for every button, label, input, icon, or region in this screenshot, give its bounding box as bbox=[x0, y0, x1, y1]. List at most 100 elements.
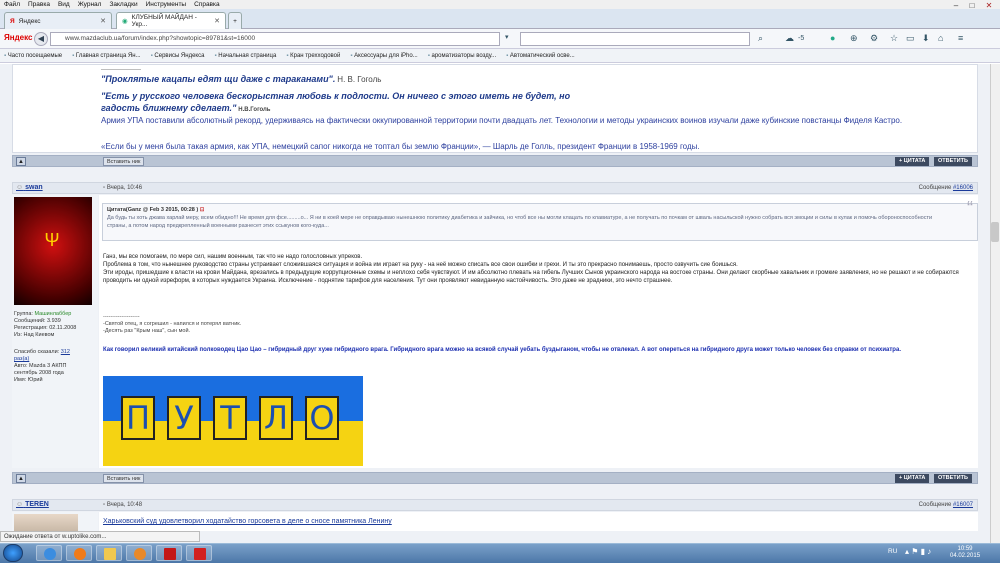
bookmark-item[interactable]: Начальная страница bbox=[214, 53, 276, 59]
ie-app-icon[interactable] bbox=[36, 545, 62, 561]
close-tab-icon[interactable]: ✕ bbox=[100, 17, 106, 25]
menu-icon[interactable]: ≡ bbox=[958, 33, 963, 43]
bookmark-icon[interactable]: ▭ bbox=[906, 33, 915, 44]
author-teren[interactable]: ☺ TEREN bbox=[16, 501, 49, 508]
close-tab-icon[interactable]: ✕ bbox=[214, 17, 220, 25]
quote-button[interactable]: + ЦИТАТА bbox=[895, 157, 930, 166]
bookmark-item[interactable]: Главная страница Ян... bbox=[72, 53, 141, 59]
scrollbar-thumb[interactable] bbox=[991, 222, 999, 242]
scroll-up-icon[interactable]: ▲ bbox=[16, 474, 26, 483]
explorer-app-icon[interactable] bbox=[96, 545, 122, 561]
bookmark-item[interactable]: Кран трехходовой bbox=[286, 53, 340, 59]
user-sidebar bbox=[12, 512, 98, 531]
post-1-actions: ▲ Вставить ник + ЦИТАТА ОТВЕТИТЬ bbox=[12, 155, 978, 167]
weather-icon[interactable]: ☁ bbox=[785, 33, 794, 44]
globe-icon[interactable]: ⊕ bbox=[850, 33, 858, 44]
message-number: Сообщение #16006 bbox=[918, 185, 973, 191]
scrollbar[interactable] bbox=[990, 64, 1000, 543]
site-favicon-icon: ◉ bbox=[122, 18, 128, 25]
post-2-actions: ▲ Вставить ник + ЦИТАТА ОТВЕТИТЬ bbox=[12, 472, 978, 484]
menu-file[interactable]: Файл bbox=[4, 1, 20, 8]
image-letter: П bbox=[121, 396, 155, 440]
search-input[interactable] bbox=[520, 32, 750, 46]
trident-icon: Ψ bbox=[44, 230, 60, 250]
bookmark-item[interactable]: Аксессуары для iPho... bbox=[350, 53, 418, 59]
bookmark-item[interactable]: Сервисы Яндекса bbox=[151, 53, 204, 59]
reply-button[interactable]: ОТВЕТИТЬ bbox=[934, 474, 972, 483]
menu-bar: Файл Правка Вид Журнал Закладки Инструме… bbox=[0, 0, 1000, 9]
star-icon[interactable]: ☆ bbox=[890, 33, 898, 44]
cao-cao-quote: Как говорил великий китайский полководец… bbox=[103, 347, 901, 353]
scroll-up-icon[interactable]: ▲ bbox=[16, 157, 26, 166]
back-button[interactable]: ◀ bbox=[34, 32, 48, 46]
search-icon[interactable]: ⌕ bbox=[758, 33, 763, 44]
user-icon: ☺ bbox=[16, 501, 24, 508]
menu-help[interactable]: Справка bbox=[194, 1, 220, 8]
signature: -------------------- -Святой отец, я сог… bbox=[103, 314, 242, 334]
menu-view[interactable]: Вид bbox=[58, 1, 70, 8]
post-date: ▫ Вчера, 10:46 bbox=[103, 185, 143, 191]
post-2-header: ☺ swan ▫ Вчера, 10:46 Сообщение #16006 bbox=[12, 182, 978, 194]
start-button[interactable] bbox=[3, 544, 23, 562]
quote-link-icon[interactable]: ⊡ bbox=[200, 207, 205, 213]
tab-yandex[interactable]: Я Яндекс ✕ bbox=[4, 12, 112, 29]
gear-icon[interactable]: ⚙ bbox=[870, 33, 878, 44]
quote-gogol-1: "Проклятые кацапы едят щи даже с таракан… bbox=[101, 74, 382, 84]
quote-gogol-2: "Есть у русского человека бескорыстная л… bbox=[101, 91, 571, 113]
media-player-app-icon[interactable] bbox=[126, 545, 152, 561]
green-addon-icon[interactable]: ● bbox=[830, 33, 835, 43]
insert-nick-button[interactable]: Вставить ник bbox=[103, 474, 145, 483]
message-link[interactable]: #16006 bbox=[953, 185, 973, 191]
post-1-body: -------------------- "Проклятые кацапы е… bbox=[12, 64, 978, 153]
tab-club-maidan[interactable]: ◉ КЛУБНЫЙ МАЙДАН - Укр... ✕ bbox=[116, 12, 226, 29]
url-text: www.mazdaclub.ua/forum/index.php?showtop… bbox=[65, 35, 256, 42]
image-letter: О bbox=[305, 396, 339, 440]
user-sidebar: Ψ Группа: Машинлаббер Сообщений: 3.939 Р… bbox=[12, 195, 98, 468]
bookmarks-bar: Часто посещаемые Главная страница Ян... … bbox=[0, 49, 1000, 63]
status-bar: Ожидание ответа от w.uptolike.com... bbox=[0, 531, 200, 542]
reply-button[interactable]: ОТВЕТИТЬ bbox=[934, 157, 972, 166]
new-tab-button[interactable]: + bbox=[228, 12, 242, 29]
message-number: Сообщение #16007 bbox=[918, 502, 973, 508]
insert-nick-button[interactable]: Вставить ник bbox=[103, 157, 145, 166]
language-indicator[interactable]: RU bbox=[888, 548, 897, 555]
quote-text: Да будь ты хоть джава харлай меру, всем … bbox=[107, 215, 933, 229]
news-link[interactable]: Харьковский суд удовлетворил ходатайство… bbox=[103, 518, 392, 525]
quote-mark-icon: “ bbox=[967, 198, 973, 218]
tab-label: Яндекс bbox=[18, 17, 41, 25]
app-sw-icon[interactable] bbox=[186, 545, 212, 561]
post-3-header: ☺ TEREN ▫ Вчера, 10:48 Сообщение #16007 bbox=[12, 499, 978, 511]
home-icon[interactable]: ⌂ bbox=[938, 33, 943, 43]
yandex-logo[interactable]: Яндекс bbox=[4, 33, 32, 42]
message-link[interactable]: #16007 bbox=[953, 502, 973, 508]
avatar bbox=[14, 514, 78, 531]
firefox-app-icon[interactable] bbox=[66, 545, 92, 561]
post-2-text: Ганз, мы все помогаем, по мере сил, наши… bbox=[103, 254, 959, 284]
menu-bookmarks[interactable]: Закладки bbox=[109, 1, 137, 8]
tray-icons[interactable]: ▴ ⚑ ▮ ♪ bbox=[905, 547, 931, 556]
avatar: Ψ bbox=[14, 197, 92, 305]
tab-label: КЛУБНЫЙ МАЙДАН - Укр... bbox=[131, 14, 197, 28]
quote-header: Цитата(Ganz @ Feb 3 2015, 00:28 ) bbox=[107, 207, 199, 213]
quote-button[interactable]: + ЦИТАТА bbox=[895, 474, 930, 483]
bookmark-item[interactable]: ароматизаторы возду... bbox=[428, 53, 496, 59]
clock[interactable]: 10:59 04.02.2015 bbox=[950, 546, 980, 560]
url-bar[interactable]: www.mazdaclub.ua/forum/index.php?showtop… bbox=[50, 32, 500, 46]
menu-tools[interactable]: Инструменты bbox=[146, 1, 187, 8]
acrobat-app-icon[interactable] bbox=[156, 545, 182, 561]
bookmark-item[interactable]: Автоматический осве... bbox=[506, 53, 575, 59]
author-swan[interactable]: ☺ swan bbox=[16, 184, 43, 191]
tab-bar: Я Яндекс ✕ ◉ КЛУБНЫЙ МАЙДАН - Укр... ✕ + bbox=[0, 9, 1000, 29]
dropdown-icon[interactable]: ▾ bbox=[505, 33, 509, 41]
de-gaulle-quote: «Если бы у меня была такая армия, как УП… bbox=[101, 142, 700, 151]
post-icon: ▫ bbox=[103, 502, 106, 508]
menu-history[interactable]: Журнал bbox=[78, 1, 102, 8]
yandex-tab-icon: Я bbox=[10, 17, 15, 25]
upa-paragraph: Армия УПА поставили абсолютный рекорд, у… bbox=[101, 116, 903, 125]
download-icon[interactable]: ⬇ bbox=[922, 33, 930, 44]
post-date: ▫ Вчера, 10:48 bbox=[103, 502, 143, 508]
user-icon: ☺ bbox=[16, 184, 24, 191]
menu-edit[interactable]: Правка bbox=[28, 1, 50, 8]
putlo-image: П У Т Л О bbox=[103, 376, 363, 466]
bookmark-item[interactable]: Часто посещаемые bbox=[4, 53, 62, 59]
